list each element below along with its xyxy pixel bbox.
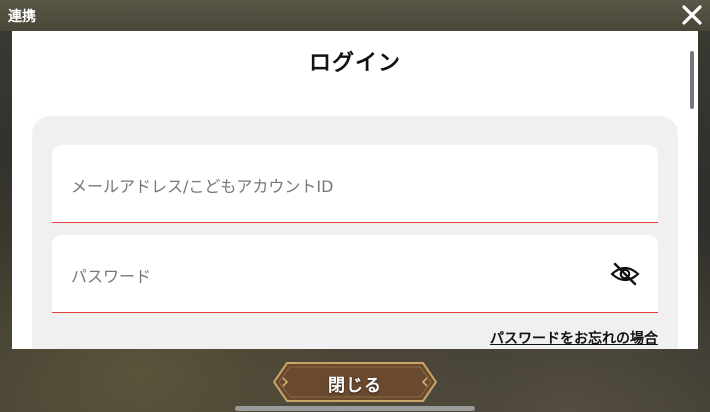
email-placeholder: メールアドレス/こどもアカウントID	[71, 177, 334, 196]
email-field[interactable]: メールアドレス/こどもアカウントID	[52, 145, 658, 223]
login-panel: ログイン メールアドレス/こどもアカウントID パスワード パスワードをお忘れの…	[12, 31, 698, 349]
close-button[interactable]: 閉じる	[273, 362, 437, 402]
password-field[interactable]: パスワード	[52, 235, 658, 313]
password-placeholder: パスワード	[71, 267, 152, 286]
login-form: メールアドレス/こどもアカウントID パスワード パスワードをお忘れの場合	[32, 116, 678, 349]
home-indicator	[235, 406, 475, 411]
close-button-label: 閉じる	[328, 376, 382, 396]
title-bar: 連携	[0, 0, 710, 31]
login-title: ログイン	[308, 51, 401, 76]
close-icon[interactable]	[680, 3, 704, 27]
window-title: 連携	[8, 9, 36, 25]
eye-slash-icon[interactable]	[610, 261, 640, 287]
scrollbar[interactable]	[690, 51, 694, 109]
forgot-password-link[interactable]: パスワードをお忘れの場合	[490, 328, 658, 348]
